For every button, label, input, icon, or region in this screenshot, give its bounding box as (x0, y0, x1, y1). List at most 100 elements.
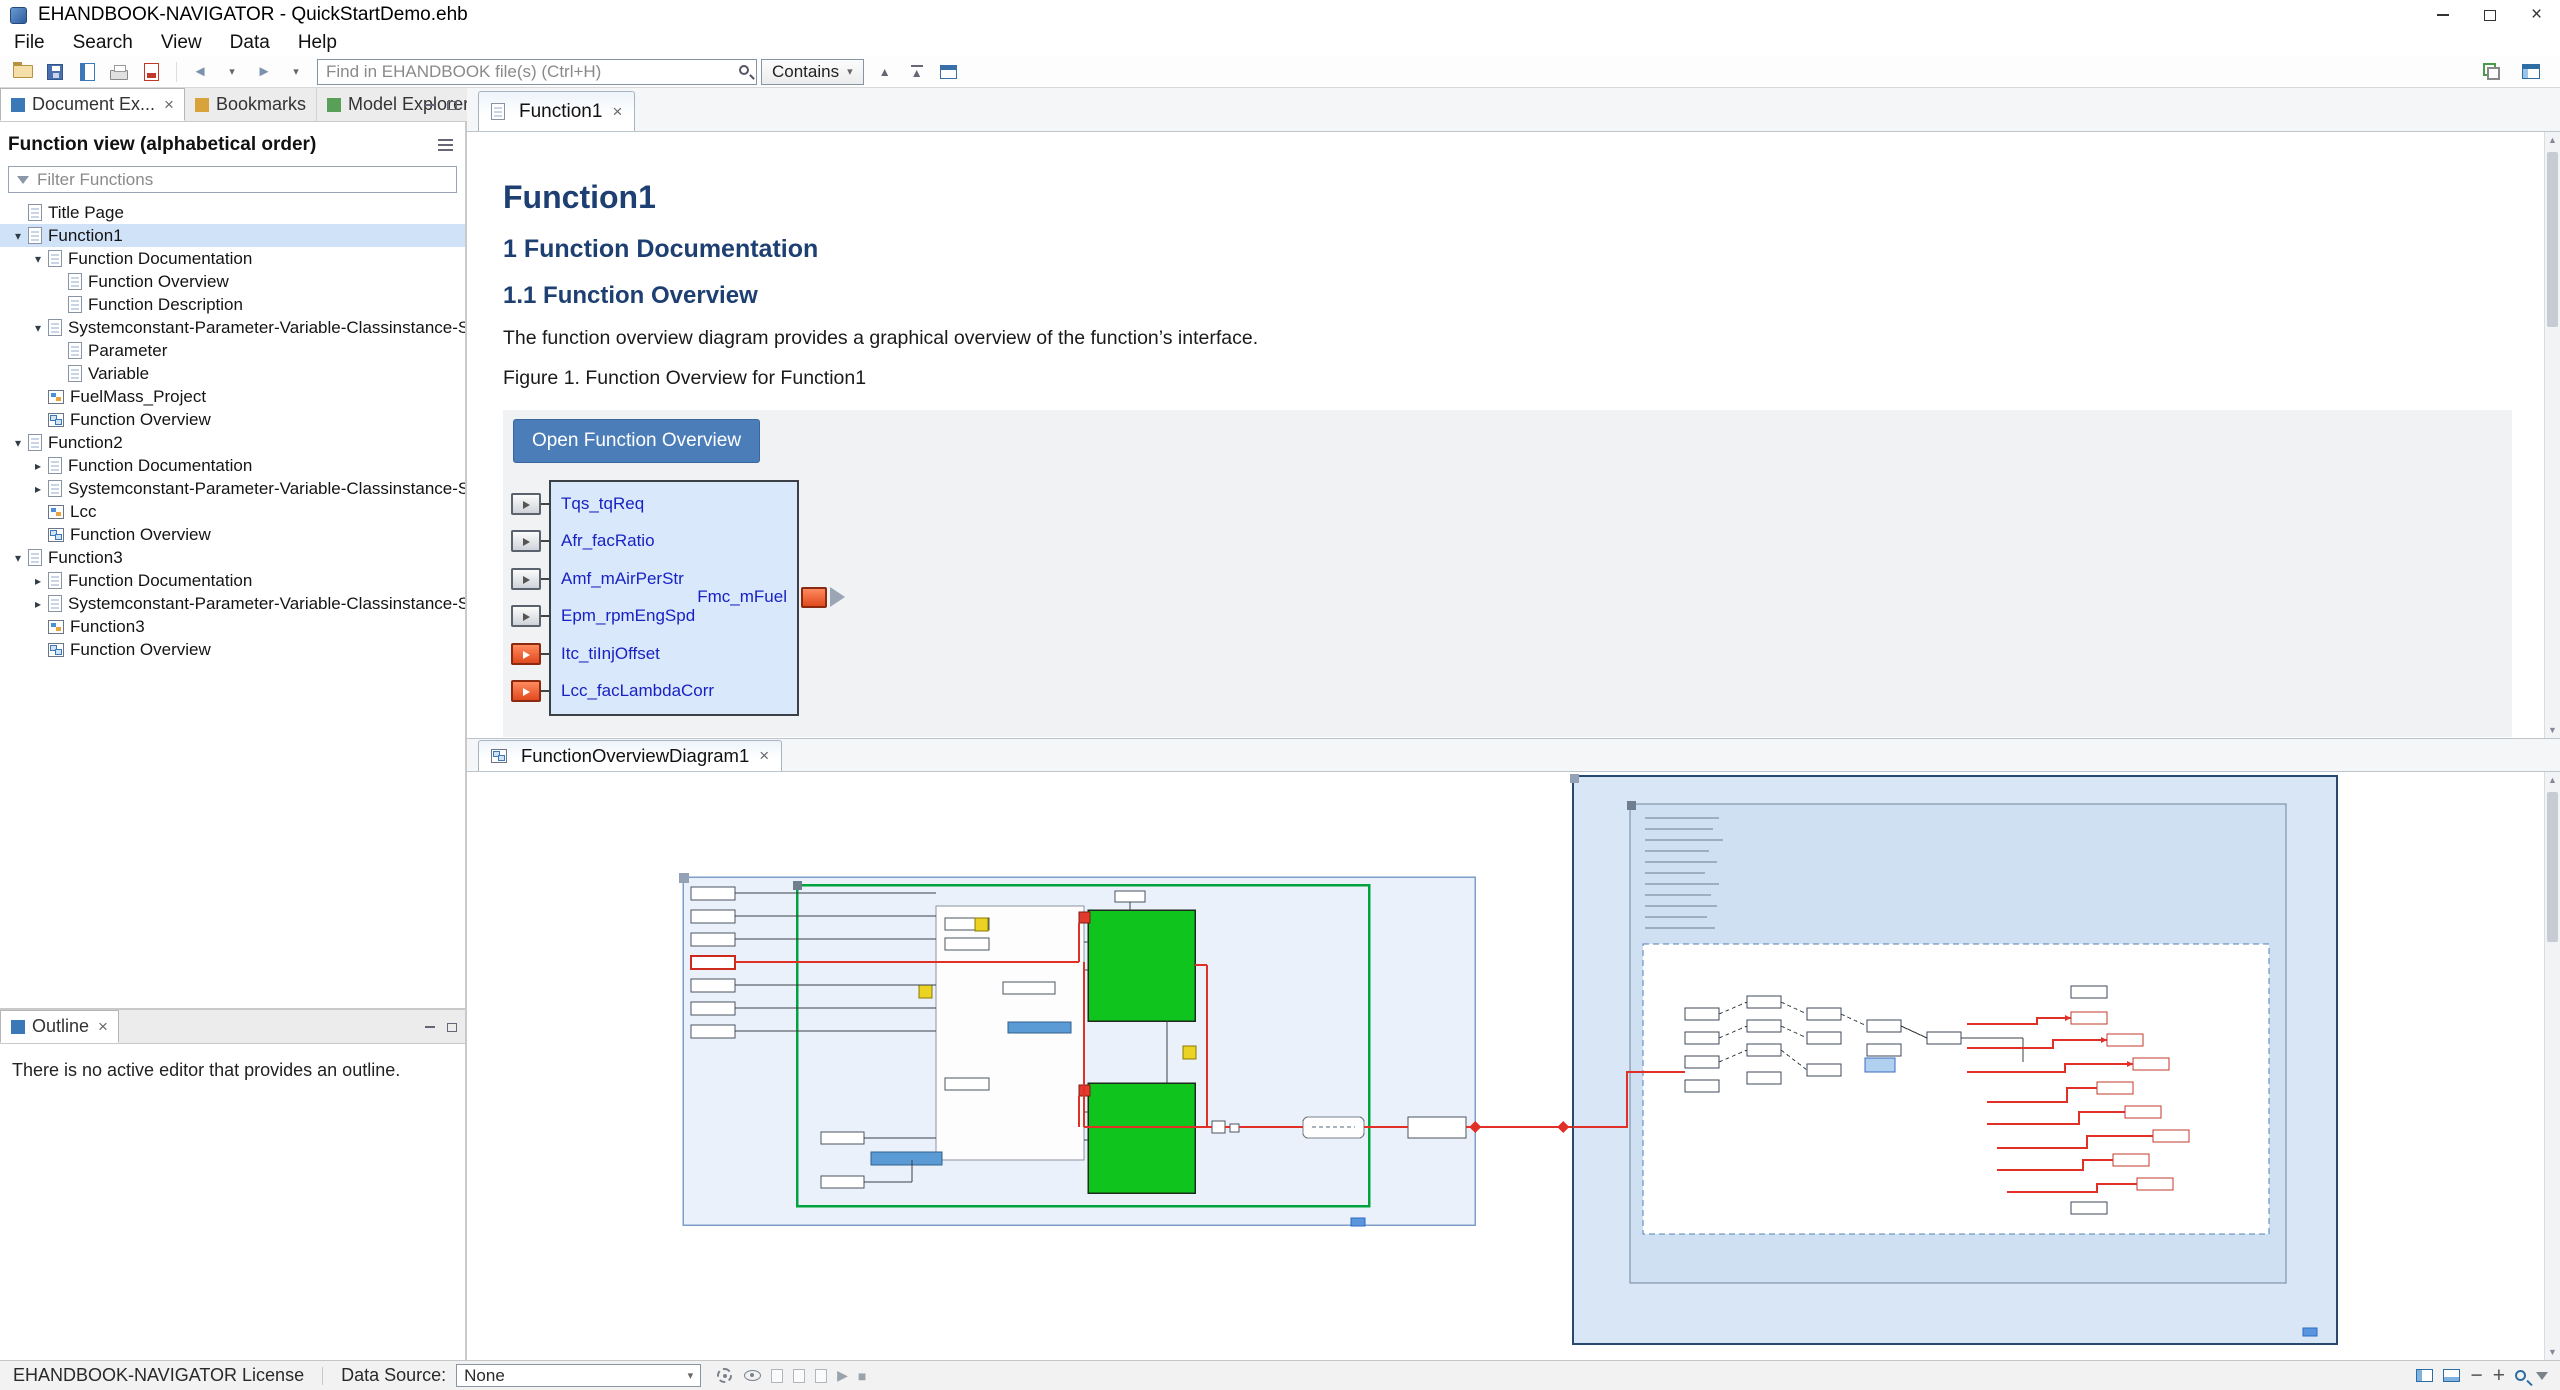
input-port-icon[interactable] (511, 568, 541, 590)
close-button[interactable]: × (2513, 0, 2560, 30)
view-menu-icon[interactable] (438, 139, 453, 141)
editor-scrollbar[interactable]: ▲ ▼ (2544, 132, 2560, 738)
layout-left-icon[interactable] (2416, 1369, 2434, 1382)
tab-function1[interactable]: Function1 × (478, 91, 636, 131)
tree-item-function3-model[interactable]: Function3 (0, 615, 465, 638)
tree-item-function1[interactable]: ▾ Function1 (0, 224, 465, 247)
chevron-down-icon[interactable]: ▾ (28, 252, 48, 266)
tree-item-parameter[interactable]: Parameter (0, 339, 465, 362)
gear-icon[interactable] (717, 1368, 733, 1383)
tree-item-sysconst-structure[interactable]: ▾ Systemconstant-Parameter-Variable-Clas… (0, 316, 465, 339)
input-port-icon[interactable] (511, 493, 541, 515)
contains-dropdown[interactable]: Contains ▾ (761, 58, 864, 85)
maximize-button[interactable] (2466, 0, 2513, 30)
minimize-panel-icon[interactable] (423, 1020, 437, 1034)
tree-item-lcc[interactable]: Lcc (0, 500, 465, 523)
navigate-back-icon[interactable]: ◄ (185, 57, 215, 87)
tree-item-function3[interactable]: ▾ Function3 (0, 546, 465, 569)
tab-function-overview-diagram1[interactable]: FunctionOverviewDiagram1 × (478, 740, 783, 771)
menu-data[interactable]: Data (216, 30, 284, 56)
zoom-fit-icon[interactable] (2515, 1370, 2526, 1381)
data-source-dropdown[interactable]: None ▾ (456, 1364, 702, 1387)
eye-icon[interactable] (744, 1370, 762, 1381)
stop-icon[interactable]: ■ (858, 1368, 866, 1384)
open-file-icon[interactable] (8, 57, 38, 87)
scroll-down-icon[interactable]: ▼ (2545, 1344, 2560, 1360)
close-icon[interactable]: × (164, 95, 174, 115)
tree-item-function-overview[interactable]: Function Overview (0, 270, 465, 293)
input-port-icon[interactable] (511, 605, 541, 627)
perspective-icon[interactable] (2516, 57, 2546, 87)
input-port-icon-red[interactable] (511, 643, 541, 665)
layers-icon[interactable] (793, 1368, 806, 1383)
scrollbar-thumb[interactable] (2547, 152, 2558, 327)
minimize-button[interactable] (2419, 0, 2466, 30)
layout-bottom-icon[interactable] (2443, 1369, 2461, 1382)
filter-functions-input[interactable] (37, 169, 448, 190)
tree-item-function3-sysconst[interactable]: ▸ Systemconstant-Parameter-Variable-Clas… (0, 592, 465, 615)
tree-item-title-page[interactable]: Title Page (0, 201, 465, 224)
close-icon[interactable]: × (612, 102, 622, 122)
document-view[interactable]: Function1 1 Function Documentation 1.1 F… (467, 132, 2544, 738)
link-with-editor-icon[interactable] (2476, 57, 2506, 87)
tab-document-explorer[interactable]: Document Ex... × (0, 88, 185, 121)
filter-icon[interactable] (2536, 1371, 2548, 1380)
find-input[interactable] (326, 61, 728, 82)
tab-bookmarks[interactable]: Bookmarks (184, 88, 318, 121)
menu-help[interactable]: Help (284, 30, 351, 56)
tree-item-variable[interactable]: Variable (0, 362, 465, 385)
zoom-out-button[interactable]: − (2470, 1365, 2482, 1386)
navigate-forward-icon[interactable]: ► (249, 57, 279, 87)
chevron-down-icon[interactable]: ▾ (8, 229, 28, 243)
scroll-up-icon[interactable]: ▲ (2545, 132, 2560, 148)
tree-item-function2-documentation[interactable]: ▸ Function Documentation (0, 454, 465, 477)
tree-item-function2[interactable]: ▾ Function2 (0, 431, 465, 454)
chevron-right-icon[interactable]: ▸ (28, 574, 48, 588)
zoom-in-button[interactable]: + (2493, 1365, 2505, 1386)
maximize-panel-icon[interactable] (445, 1020, 459, 1034)
menu-file[interactable]: File (0, 30, 59, 56)
menu-view[interactable]: View (147, 30, 216, 56)
diagram-scrollbar[interactable]: ▲ ▼ (2544, 772, 2560, 1360)
chevron-down-icon[interactable]: ▾ (8, 551, 28, 565)
output-port-icon[interactable] (801, 587, 827, 608)
menu-search[interactable]: Search (59, 30, 147, 56)
search-icon[interactable] (739, 64, 749, 75)
minimize-panel-icon[interactable] (423, 98, 437, 112)
window-layout-icon[interactable] (934, 57, 964, 87)
tree-item-function2-sysconst[interactable]: ▸ Systemconstant-Parameter-Variable-Clas… (0, 477, 465, 500)
scrollbar-thumb[interactable] (2547, 792, 2558, 942)
tree-item-function-documentation[interactable]: ▾ Function Documentation (0, 247, 465, 270)
print-icon[interactable] (104, 57, 134, 87)
play-icon[interactable]: ▶ (837, 1367, 848, 1384)
scroll-up-icon[interactable]: ▲ (2545, 772, 2560, 788)
back-history-dropdown-icon[interactable]: ▾ (217, 57, 247, 87)
tree-item-function3-documentation[interactable]: ▸ Function Documentation (0, 569, 465, 592)
snapshot-icon[interactable] (815, 1368, 828, 1383)
tree-item-function3-overview[interactable]: Function Overview (0, 638, 465, 661)
handbook-icon[interactable] (72, 57, 102, 87)
chevron-down-icon[interactable]: ▾ (8, 436, 28, 450)
close-icon[interactable]: × (759, 746, 769, 766)
save-icon[interactable] (40, 57, 70, 87)
forward-history-dropdown-icon[interactable]: ▾ (281, 57, 311, 87)
find-first-icon[interactable]: ▲ (902, 57, 932, 87)
close-icon[interactable]: × (98, 1017, 108, 1037)
tab-outline[interactable]: Outline × (0, 1010, 119, 1043)
chevron-down-icon[interactable]: ▾ (28, 321, 48, 335)
open-function-overview-button[interactable]: Open Function Overview (513, 419, 760, 463)
tree-item-function2-overview[interactable]: Function Overview (0, 523, 465, 546)
function-overview-diagram-canvas[interactable] (467, 772, 2544, 1360)
scroll-down-icon[interactable]: ▼ (2545, 722, 2560, 738)
maximize-panel-icon[interactable] (445, 98, 459, 112)
chevron-right-icon[interactable]: ▸ (28, 459, 48, 473)
tree-item-function1-overview-diagram[interactable]: Function Overview (0, 408, 465, 431)
tree-item-function-description[interactable]: Function Description (0, 293, 465, 316)
export-pdf-icon[interactable] (136, 57, 166, 87)
tree-item-fuelmass-project[interactable]: FuelMass_Project (0, 385, 465, 408)
report-icon[interactable] (771, 1368, 784, 1383)
chevron-right-icon[interactable]: ▸ (28, 482, 48, 496)
chevron-right-icon[interactable]: ▸ (28, 597, 48, 611)
input-port-icon-red[interactable] (511, 680, 541, 702)
input-port-icon[interactable] (511, 530, 541, 552)
